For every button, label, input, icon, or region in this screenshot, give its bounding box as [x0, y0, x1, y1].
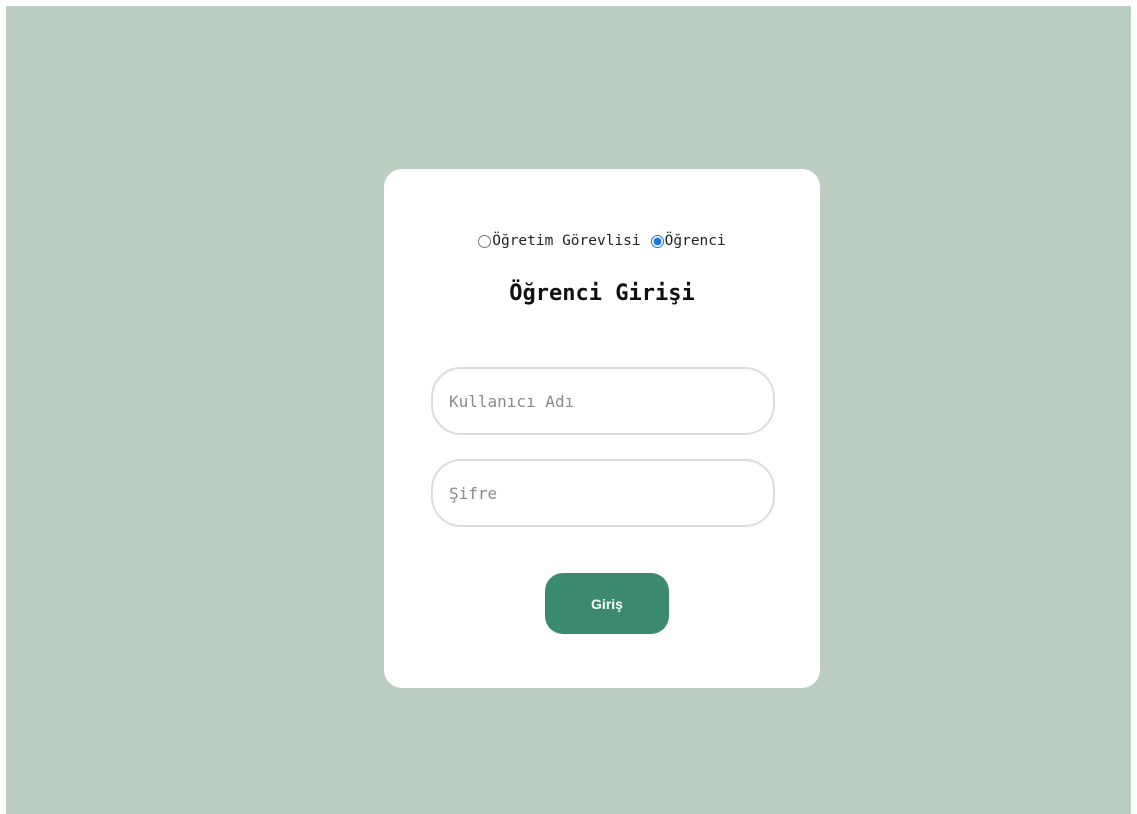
role-selector: Öğretim Görevlisi Öğrenci [384, 233, 820, 252]
role-option-instructor[interactable]: Öğretim Görevlisi [478, 233, 641, 249]
role-option-student[interactable]: Öğrenci [650, 233, 726, 249]
role-label-student: Öğrenci [664, 233, 726, 249]
page-background: Öğretim Görevlisi Öğrenci Öğrenci Girişi… [6, 6, 1131, 814]
role-radio-instructor[interactable] [478, 234, 492, 248]
password-input[interactable] [431, 459, 775, 527]
login-button[interactable]: Giriş [545, 573, 669, 634]
page-title: Öğrenci Girişi [509, 281, 695, 306]
username-input[interactable] [431, 367, 775, 435]
role-radio-student[interactable] [650, 234, 664, 248]
role-label-instructor: Öğretim Görevlisi [492, 233, 641, 249]
login-card: Öğretim Görevlisi Öğrenci Öğrenci Girişi… [384, 169, 820, 688]
